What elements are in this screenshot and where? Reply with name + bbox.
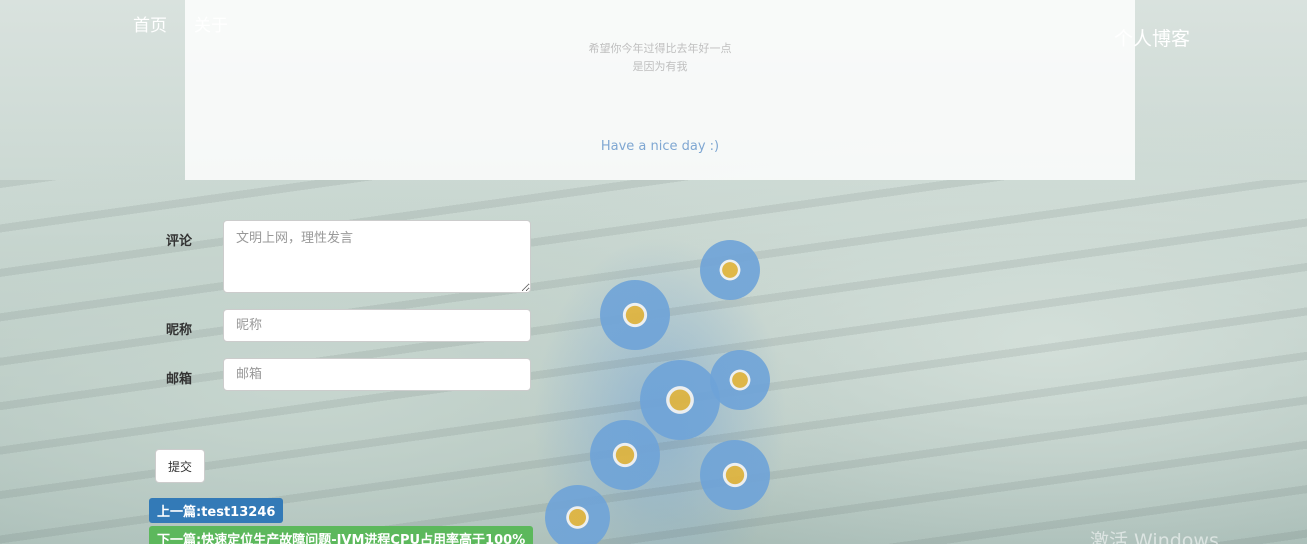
activate-windows-watermark: 激活 Windows xyxy=(1090,530,1219,544)
background-flower xyxy=(590,420,660,490)
background-flower xyxy=(640,360,720,440)
background-flower xyxy=(545,485,610,544)
prev-post-link[interactable]: 上一篇:test13246 xyxy=(149,498,284,523)
email-label: 邮箱 xyxy=(166,372,193,387)
sign-off-text: Have a nice day :) xyxy=(600,139,720,154)
background-flower xyxy=(700,240,760,300)
page-background: 希望你今年过得比去年好一点 是因为有我 Have a nice day :) 首… xyxy=(0,0,1307,544)
background-flower xyxy=(710,350,770,410)
email-input[interactable] xyxy=(223,358,531,391)
submit-button[interactable]: 提交 xyxy=(155,449,206,483)
nickname-label: 昵称 xyxy=(166,323,193,338)
comment-label: 评论 xyxy=(166,234,193,249)
quote-line-1: 希望你今年过得比去年好一点 xyxy=(588,42,732,55)
nav-about-link[interactable]: 关于 xyxy=(194,11,228,36)
next-post-link[interactable]: 下一篇:快速定位生产故障问题-JVM进程CPU占用率高于100% xyxy=(149,526,534,544)
background-flower xyxy=(600,280,670,350)
quote-card: 希望你今年过得比去年好一点 是因为有我 Have a nice day :) xyxy=(185,0,1135,180)
site-brand[interactable]: 个人博客 xyxy=(1114,24,1190,51)
background-book-texture xyxy=(0,180,1307,544)
comment-textarea[interactable] xyxy=(223,220,531,293)
nickname-input[interactable] xyxy=(223,309,531,342)
quote-line-2: 是因为有我 xyxy=(632,60,688,73)
nav-home-link[interactable]: 首页 xyxy=(133,11,167,36)
background-flower xyxy=(700,440,770,510)
